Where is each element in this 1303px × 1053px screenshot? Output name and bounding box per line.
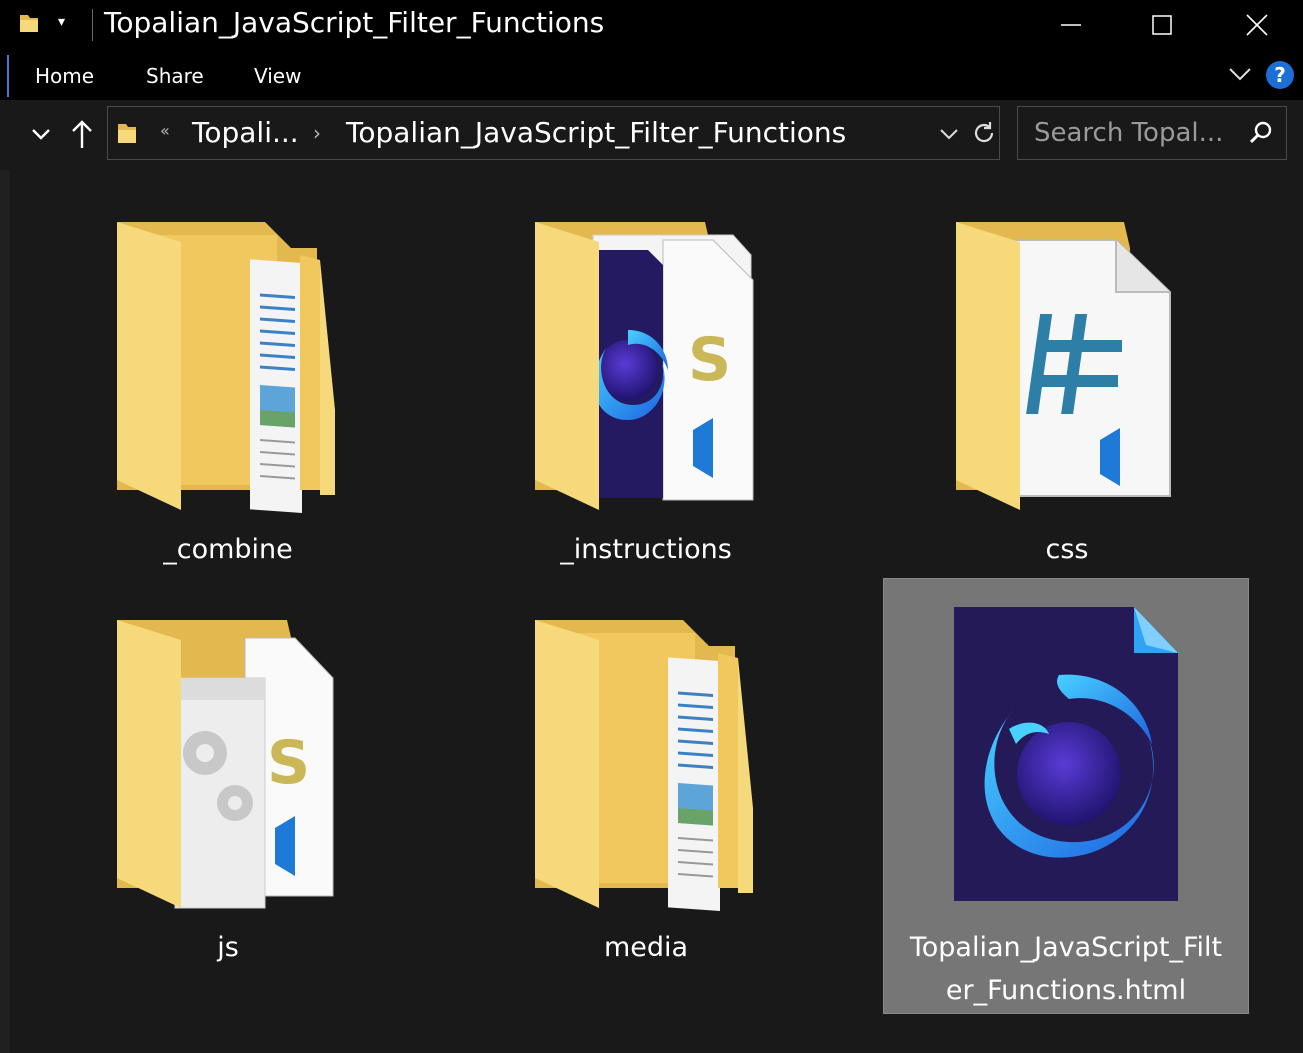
folder-item-instructions[interactable]: S _instructions <box>463 180 829 616</box>
search-input[interactable] <box>1018 107 1248 159</box>
file-item-html[interactable]: Topalian_JavaScript_Filt er_Functions.ht… <box>883 578 1249 1014</box>
svg-text:S: S <box>267 728 310 798</box>
folder-icon <box>20 15 38 32</box>
search-icon[interactable] <box>1248 120 1274 146</box>
minimize-button[interactable] <box>1026 0 1116 50</box>
ribbon-tabs: Home Share View <box>0 50 1303 100</box>
breadcrumb-parent[interactable]: Topali... <box>192 116 299 149</box>
folder-documents-icon <box>535 620 753 911</box>
folder-firefox-js-icon: S <box>535 222 754 510</box>
ribbon-expand-chevron-icon[interactable] <box>1226 60 1254 88</box>
navigation-pane-edge <box>0 170 10 1053</box>
breadcrumb-overflow-icon[interactable]: « <box>160 121 170 140</box>
up-arrow-icon[interactable] <box>68 118 96 150</box>
ribbon-accent-line <box>7 55 9 97</box>
firefox-developer-icon <box>954 607 1178 901</box>
close-icon <box>1246 14 1268 36</box>
toolbar-divider <box>92 9 93 41</box>
svg-text:S: S <box>688 325 731 395</box>
folder-item-js[interactable]: S js <box>45 578 411 1014</box>
item-label: _combine <box>163 534 293 565</box>
tab-home[interactable]: Home <box>35 64 94 88</box>
refresh-icon[interactable] <box>970 119 998 147</box>
folder-css-icon <box>956 222 1171 510</box>
folder-icon <box>118 124 136 143</box>
title-bar: ▾ Topalian_JavaScript_Filter_Functions <box>0 0 1303 50</box>
folder-gears-js-icon: S <box>117 620 334 909</box>
search-box[interactable] <box>1017 106 1287 160</box>
item-label-line-1: Topalian_JavaScript_Filt <box>909 932 1223 963</box>
folder-item-media[interactable]: media <box>463 578 829 1014</box>
folder-item-css[interactable]: css <box>884 180 1250 616</box>
folder-item-combine[interactable]: _combine <box>45 180 411 616</box>
breadcrumb-current[interactable]: Topalian_JavaScript_Filter_Functions <box>346 116 846 149</box>
maximize-button[interactable] <box>1117 0 1207 50</box>
breadcrumb-separator-icon[interactable]: › <box>313 121 321 145</box>
quick-access-dropdown-icon[interactable]: ▾ <box>58 14 65 30</box>
item-label: media <box>603 932 689 963</box>
maximize-icon <box>1152 15 1172 35</box>
minimize-icon <box>1061 24 1081 26</box>
folder-documents-icon <box>117 222 335 513</box>
item-label-line-2: er_Functions.html <box>945 975 1187 1006</box>
item-label: js <box>217 932 239 963</box>
tab-view[interactable]: View <box>254 64 301 88</box>
tab-share[interactable]: Share <box>146 64 204 88</box>
item-label: css <box>1045 534 1089 565</box>
recent-locations-chevron-icon[interactable] <box>30 120 52 148</box>
help-button[interactable]: ? <box>1266 61 1294 89</box>
item-label: _instructions <box>560 534 732 565</box>
address-history-chevron-icon[interactable] <box>938 123 960 145</box>
close-button[interactable] <box>1212 0 1302 50</box>
window-title: Topalian_JavaScript_Filter_Functions <box>104 6 605 39</box>
address-bar[interactable]: « Topali... › Topalian_JavaScript_Filter… <box>107 106 1000 160</box>
